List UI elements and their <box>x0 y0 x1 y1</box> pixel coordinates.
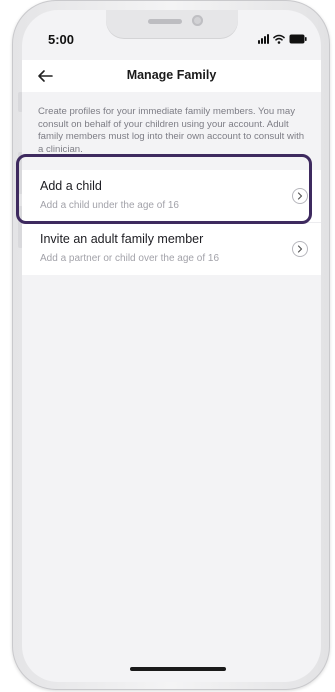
add-child-option[interactable]: Add a child Add a child under the age of… <box>22 170 321 222</box>
status-time: 5:00 <box>48 32 75 47</box>
notch <box>106 10 238 38</box>
speaker-grille <box>148 19 182 24</box>
signal-icon <box>258 34 269 44</box>
description-text: Create profiles for your immediate famil… <box>38 106 305 155</box>
invite-adult-option[interactable]: Invite an adult family member Add a part… <box>22 222 321 275</box>
chevron-right-icon[interactable] <box>292 241 308 257</box>
wifi-icon <box>273 34 285 44</box>
family-options-list: Add a child Add a child under the age of… <box>22 170 321 275</box>
option-title: Invite an adult family member <box>40 232 204 246</box>
home-indicator[interactable] <box>130 667 226 671</box>
option-title: Add a child <box>40 179 102 193</box>
option-subtitle: Add a child under the age of 16 <box>40 200 179 211</box>
page-title: Manage Family <box>126 68 217 82</box>
option-subtitle: Add a partner or child over the age of 1… <box>40 253 220 264</box>
chevron-right-icon[interactable] <box>292 188 308 204</box>
phone-screen: 5:00 Manage Family Create profiles for y… <box>22 10 321 682</box>
front-camera <box>192 15 203 26</box>
app-header: Manage Family <box>22 60 321 92</box>
battery-icon <box>289 34 307 44</box>
status-icons <box>258 34 307 44</box>
